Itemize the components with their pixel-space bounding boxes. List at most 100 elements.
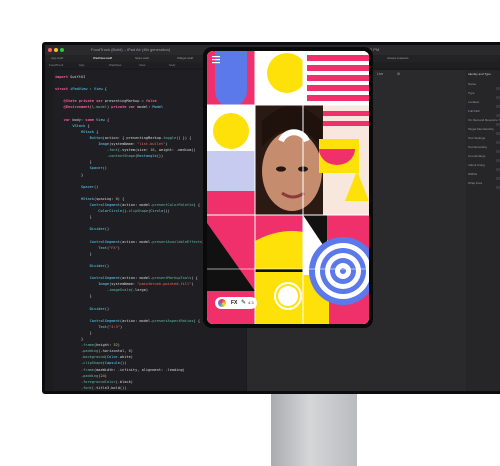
jump-bar-item[interactable]: FoodTruck	[49, 63, 63, 67]
code-token: (.large)	[130, 288, 149, 293]
line-number-gutter	[45, 70, 54, 391]
inspector-row-label: Widths	[468, 172, 478, 176]
code-token: .white)	[117, 355, 133, 360]
jump-bar-item[interactable]: iPadView	[109, 63, 121, 67]
device-settings-icon[interactable]: ⚙	[397, 72, 400, 77]
code-token: ) {	[191, 276, 198, 281]
code-token: SwiftUI	[70, 75, 86, 79]
code-token: .	[55, 373, 84, 378]
editor-tab[interactable]: Assets.xcassets	[387, 56, 409, 61]
code-token: ControlSegment	[89, 318, 120, 323]
code-token: Circle	[150, 209, 164, 214]
effects-button[interactable]: FX	[231, 299, 237, 307]
code-token: Model	[152, 105, 164, 110]
code-token: presentColorPalette	[152, 202, 194, 207]
inspector-row-field[interactable]	[496, 186, 500, 189]
inspector-title: Identity and Type	[468, 72, 491, 76]
editor-tab[interactable]: Store.swift	[135, 56, 149, 61]
editor-tab[interactable]: iPadView.swift	[93, 56, 112, 61]
code-token: "list.bullet"	[137, 142, 166, 147]
inspector-row-field[interactable]	[496, 141, 500, 144]
code-token: .	[55, 154, 110, 159]
jump-bar-item[interactable]: body	[169, 63, 176, 67]
control-segments-capsule: FX ✎ 4:3	[215, 297, 257, 309]
yellow-circle	[267, 53, 307, 93]
code-token: }	[55, 215, 92, 220]
inspector-row-field[interactable]	[496, 114, 500, 117]
inspector-row-label: Type	[468, 91, 475, 95]
code-token: clipShape	[83, 361, 103, 366]
code-token: {	[102, 87, 107, 92]
shutter-button[interactable]	[274, 282, 302, 310]
code-token: (spacing:	[93, 196, 116, 201]
source-code[interactable]: import SwiftUI struct iPadView : View { @…	[55, 74, 209, 391]
code-token: some	[85, 117, 97, 122]
code-token: model	[96, 105, 107, 110]
code-token: )	[117, 245, 120, 250]
inspector-row-field[interactable]	[496, 96, 500, 99]
jump-bar-item[interactable]: View	[139, 63, 145, 67]
close-window-icon[interactable]	[48, 48, 52, 52]
paintbrush-icon[interactable]: ✎	[241, 299, 246, 307]
code-token: (.horizontal,	[98, 349, 129, 354]
code-token: )	[191, 282, 194, 287]
inspector-row-field[interactable]	[496, 123, 500, 126]
code-token: presentMarkupTools	[152, 276, 192, 281]
code-token: false	[145, 99, 157, 104]
code-token: () }) {	[176, 135, 192, 140]
code-token: ) {	[117, 196, 125, 201]
code-token: .	[55, 349, 84, 354]
code-token: model:	[137, 105, 153, 110]
inspector-row-label: Location	[468, 100, 480, 104]
code-token: (systemName:	[109, 282, 138, 287]
code-token: Spacer	[80, 184, 94, 189]
inspector-row-field[interactable]	[496, 168, 500, 171]
code-token: Divider	[89, 306, 105, 311]
code-token: ()	[93, 184, 99, 189]
code-token: (action: model.	[119, 276, 153, 281]
code-token: @Environment	[63, 105, 90, 110]
code-token: )	[165, 142, 168, 147]
code-token: var	[63, 117, 73, 122]
aspect-ratio-button[interactable]: 4:3	[248, 300, 254, 306]
color-palette-button[interactable]	[218, 299, 226, 307]
editor-tab[interactable]: App.swift	[51, 56, 63, 61]
inspector-row-field[interactable]	[496, 150, 500, 153]
jump-bar-item[interactable]: App	[79, 63, 84, 67]
file-inspector: Identity and Type Name Type Location Full P…	[466, 70, 500, 391]
zoom-window-icon[interactable]	[60, 48, 64, 52]
code-token: ())	[156, 154, 164, 159]
minimize-window-icon[interactable]	[54, 48, 58, 52]
code-token: (height:	[93, 343, 114, 348]
editor-tab[interactable]: Widget.swift	[177, 56, 193, 61]
code-token: Capsule	[104, 361, 120, 366]
code-token: font	[83, 385, 92, 390]
code-token: (systemName:	[109, 142, 138, 147]
live-toggle[interactable]: Live	[377, 72, 383, 77]
code-token: }	[55, 294, 92, 299]
code-token: }	[55, 330, 92, 335]
window-title: FoodTruck (Build) – iPad Air (4th genera…	[91, 47, 171, 52]
inspector-row-field[interactable]	[496, 159, 500, 162]
inspector-row-label: Indent Using	[468, 163, 485, 167]
code-token: (.title3.bold())	[91, 385, 127, 390]
code-token: (action: { presentingMarkup.	[102, 135, 164, 140]
code-token: font	[109, 148, 118, 153]
inspector-row-field[interactable]	[496, 177, 500, 180]
code-token: toggle	[163, 135, 177, 140]
inspector-row-field[interactable]	[496, 87, 500, 90]
code-token: )	[130, 349, 133, 354]
inspector-row-field[interactable]	[496, 105, 500, 108]
code-token: .	[55, 385, 84, 390]
inspector-row-field[interactable]	[496, 132, 500, 135]
